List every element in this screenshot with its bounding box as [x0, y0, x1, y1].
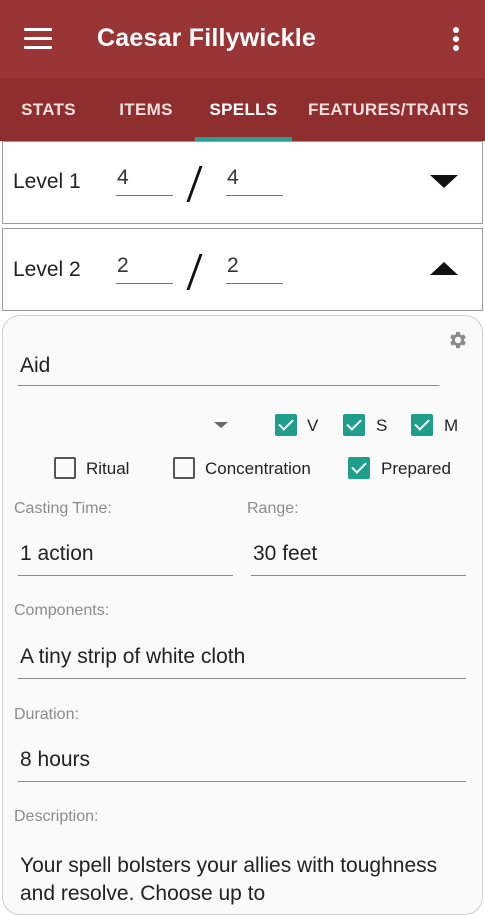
- slots-current-input[interactable]: 4: [116, 166, 173, 196]
- components-field[interactable]: A tiny strip of white cloth: [18, 645, 466, 679]
- range-label: Range:: [247, 500, 299, 517]
- hamburger-menu-icon[interactable]: [24, 28, 52, 50]
- prepared-label: Prepared: [381, 459, 451, 478]
- somatic-label: S: [376, 416, 388, 435]
- ritual-label: Ritual: [86, 459, 130, 478]
- level-label: Level 2: [13, 258, 81, 281]
- spell-name-field[interactable]: Aid: [18, 354, 439, 386]
- app-title: Caesar Fillywickle: [97, 24, 317, 52]
- verbal-label: V: [307, 416, 319, 435]
- ritual-checkbox[interactable]: [54, 457, 76, 479]
- slash-separator: [186, 166, 203, 202]
- components-label: Components:: [14, 602, 110, 619]
- material-label: M: [444, 416, 459, 435]
- spell-level-row-1[interactable]: Level 1 4 4: [2, 141, 483, 224]
- material-checkbox[interactable]: [411, 414, 433, 436]
- gear-icon[interactable]: [447, 329, 469, 351]
- range-field[interactable]: 30 feet: [251, 542, 466, 576]
- app-bar: Caesar Fillywickle: [0, 0, 485, 78]
- slots-current-input[interactable]: 2: [116, 254, 173, 284]
- casting-time-field[interactable]: 1 action: [18, 542, 233, 576]
- tab-items[interactable]: ITEMS: [97, 78, 195, 141]
- verbal-checkbox[interactable]: [275, 414, 297, 436]
- duration-label: Duration:: [14, 706, 79, 723]
- slots-max-input[interactable]: 4: [226, 166, 283, 196]
- description-label: Description:: [14, 808, 99, 825]
- tab-bar: STATS ITEMS SPELLS FEATURES/TRAITS: [0, 78, 485, 141]
- spell-level-row-2[interactable]: Level 2 2 2: [2, 228, 483, 311]
- duration-field[interactable]: 8 hours: [18, 748, 466, 782]
- expand-arrow-icon[interactable]: [430, 175, 458, 188]
- slash-separator: [186, 254, 203, 290]
- level-label: Level 1: [13, 170, 81, 193]
- slots-max-input[interactable]: 2: [226, 254, 283, 284]
- concentration-checkbox[interactable]: [173, 457, 195, 479]
- more-options-icon[interactable]: [448, 27, 464, 53]
- somatic-checkbox[interactable]: [343, 414, 365, 436]
- school-dropdown-caret-icon[interactable]: [214, 422, 228, 428]
- collapse-arrow-icon[interactable]: [430, 262, 458, 275]
- tab-spells[interactable]: SPELLS: [195, 78, 292, 141]
- tab-features-traits[interactable]: FEATURES/TRAITS: [292, 78, 485, 141]
- casting-time-label: Casting Time:: [14, 500, 112, 517]
- concentration-label: Concentration: [205, 459, 311, 478]
- prepared-checkbox[interactable]: [348, 457, 370, 479]
- tab-stats[interactable]: STATS: [0, 78, 97, 141]
